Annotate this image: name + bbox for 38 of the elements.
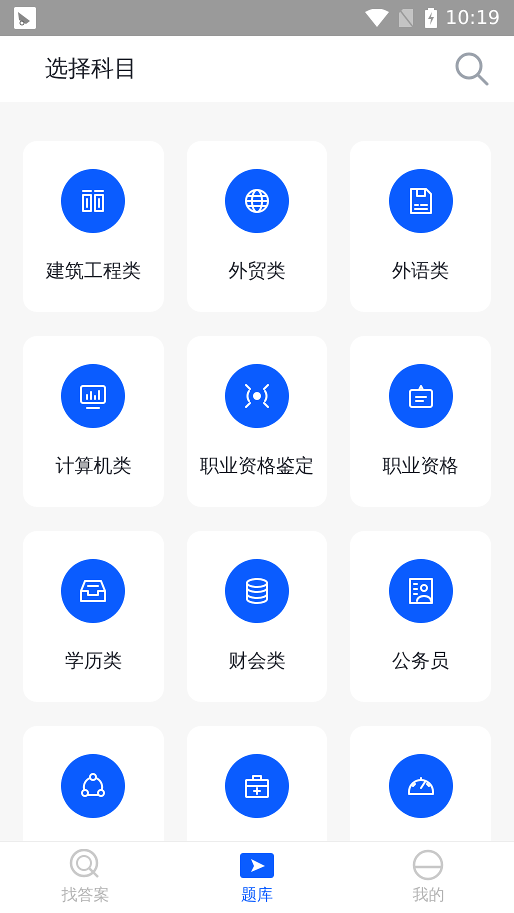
subject-card[interactable]: 学历类 [23,531,164,702]
subject-card[interactable]: 外语类 [350,141,491,312]
subject-label: 财会类 [228,649,286,674]
subject-label: 计算机类 [55,454,132,479]
subject-card[interactable]: 计算机类 [23,336,164,507]
badge-icon [388,364,453,428]
id-card-icon [388,559,453,623]
tab-item[interactable]: 题库 [171,842,343,913]
subject-label: 建筑工程类 [46,259,141,284]
no-sim-icon [399,9,414,27]
medical-kit-icon [224,754,289,818]
document-icon [388,169,453,233]
subject-card[interactable]: 外贸类 [186,141,328,312]
gauge-icon [388,754,453,818]
subject-card[interactable]: 财会类 [186,531,328,702]
wifi-icon [365,9,390,27]
globe-icon [224,169,289,233]
target-icon [224,364,289,428]
subject-label: 学历类 [64,649,122,674]
subject-label: 外语类 [392,259,450,284]
network-icon [61,754,126,818]
subject-card[interactable]: 建筑工程类 [23,141,164,312]
subject-card[interactable]: 职业资格 [350,336,491,507]
subject-label: 外贸类 [228,259,286,284]
app-icon [14,7,36,29]
subject-label: 职业资格 [382,454,459,479]
battery-icon [425,8,438,28]
page-title: 选择科目 [45,54,138,84]
search-icon[interactable] [454,51,490,87]
subject-label: 职业资格鉴定 [200,454,314,479]
subject-card[interactable]: 公务员 [350,531,491,702]
subject-card[interactable]: 职业资格鉴定 [186,336,328,507]
monitor-icon [61,364,126,428]
inbox-icon [61,559,126,623]
clock-time: 10:19 [445,6,500,31]
columns-icon [61,169,126,233]
database-icon [224,559,289,623]
subject-label: 公务员 [392,649,450,674]
